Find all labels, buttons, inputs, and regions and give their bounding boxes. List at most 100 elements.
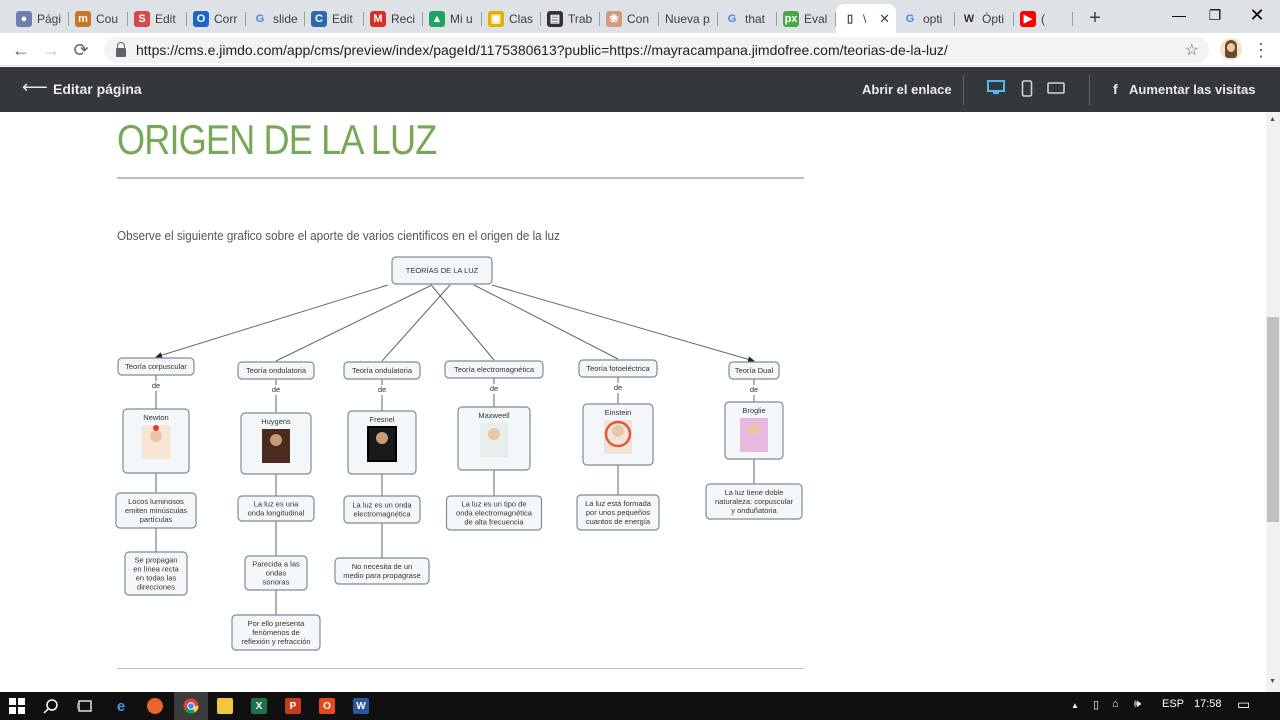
youtube-icon: ▶ <box>1020 10 1036 27</box>
scientist-name: Newton <box>143 413 168 422</box>
fact-node-text: de alta frecuencia <box>464 518 524 527</box>
file-explorer-icon[interactable] <box>208 692 242 720</box>
tab-list: ● Pági m Cou S Edit O Corr Gslide C Edit M Reci ▲ Mi u… <box>0 4 1073 33</box>
fact-node-text: onda electromagnética <box>456 509 533 518</box>
network-icon[interactable]: ⌂ <box>1112 698 1119 710</box>
fact-node-text: onda longitudinal <box>248 509 305 518</box>
browser-tab[interactable]: O Corr <box>187 4 246 33</box>
scroll-thumb[interactable] <box>1267 317 1279 522</box>
apple-shape <box>153 425 159 431</box>
editor-bar: ⟵ Editar página Abrir el enlace f Aument… <box>0 67 1280 112</box>
scroll-up-icon[interactable]: ▲ <box>1269 116 1276 123</box>
tablet-view-icon[interactable] <box>1047 82 1065 94</box>
new-tab-button[interactable]: + <box>1081 4 1109 32</box>
browser-tab[interactable]: Gthat <box>718 4 777 33</box>
browser-tab-label: Con <box>627 11 650 26</box>
page-scrollbar[interactable]: ▲ ▼ <box>1266 112 1280 692</box>
scientist-name: Fresnel <box>369 415 394 424</box>
show-hidden-icons-icon[interactable]: ▲ <box>1071 701 1079 710</box>
browser-tab[interactable]: Nueva p <box>659 4 718 33</box>
windows-taskbar: e X P O W ▲ ▯ ⌂ 🕪 ESP 17:58 ▭ <box>0 692 1280 720</box>
browser-tab-label: slide <box>273 11 298 26</box>
forward-icon[interactable]: → <box>38 37 64 63</box>
browser-menu-icon[interactable]: ⋮ <box>1252 40 1270 61</box>
browser-tab-label: Pági <box>37 11 62 26</box>
fact-node: No necesita de unmedio para propagrase <box>334 557 430 585</box>
start-icon[interactable] <box>0 692 34 720</box>
connector-label: de <box>490 384 498 393</box>
search-icon[interactable] <box>34 692 68 720</box>
portrait-face <box>150 430 162 442</box>
browser-tab[interactable]: ▲ Mi u <box>423 4 482 33</box>
scientist-name: Maxweell <box>478 411 510 420</box>
browser-tab[interactable]: M Reci <box>364 4 423 33</box>
theory-node-text: Teoría electromagnética <box>454 365 535 374</box>
volume-icon[interactable]: 🕪 <box>1134 698 1141 711</box>
browser-tab[interactable]: ▯ \ ✕ <box>836 4 896 33</box>
scientist-name: Huygens <box>261 417 291 426</box>
browser-tab-label: Cou <box>96 11 119 26</box>
clock[interactable]: 17:58 <box>1194 698 1222 710</box>
browser-tab[interactable]: Gopti <box>896 4 955 33</box>
maximize-button[interactable]: ❐ <box>1192 0 1238 30</box>
back-arrow-icon[interactable]: ⟵ <box>22 77 48 98</box>
browser-tab[interactable]: W Ópti <box>955 4 1014 33</box>
close-window-button[interactable]: ✕ <box>1234 0 1280 30</box>
fact-node-text: La luz es un tipo de <box>461 500 526 509</box>
firefox-icon[interactable] <box>138 692 172 720</box>
portrait-face <box>612 425 624 437</box>
excel-icon[interactable]: X <box>242 692 276 720</box>
boost-visits-button[interactable]: Aumentar las visitas <box>1129 82 1255 97</box>
powerpoint-icon[interactable]: P <box>276 692 310 720</box>
google-icon: G <box>905 12 915 25</box>
desktop-view-icon[interactable] <box>987 80 1005 96</box>
scroll-down-icon[interactable]: ▼ <box>1269 678 1276 685</box>
task-view-icon[interactable] <box>68 692 102 720</box>
input-language[interactable]: ESP <box>1162 698 1184 710</box>
fact-node-text: direcciones <box>137 583 175 592</box>
browser-toolbar: ← → ⟳ https://cms.e.jimdo.com/app/cms/pr… <box>0 33 1280 66</box>
reload-icon[interactable]: ⟳ <box>68 37 94 63</box>
fact-node-text: sonoras <box>263 578 290 587</box>
browser-tab[interactable]: px Eval <box>777 4 836 33</box>
browser-tab[interactable]: ▣ Clas <box>482 4 541 33</box>
browser-tab-label: opti <box>923 11 943 26</box>
theory-node-text: Teoría Dual <box>735 366 774 375</box>
word-icon[interactable]: W <box>344 692 378 720</box>
back-icon[interactable]: ← <box>8 37 34 63</box>
browser-tab-label: ( <box>1041 11 1045 26</box>
scientist-node: Huygens <box>240 412 312 475</box>
mobile-view-icon[interactable] <box>1021 80 1033 97</box>
browser-tab[interactable]: m Cou <box>69 4 128 33</box>
office-icon[interactable]: O <box>310 692 344 720</box>
browser-tab-label: \ <box>863 11 867 26</box>
divider <box>1089 75 1090 105</box>
browser-tab[interactable]: ● Pági <box>10 4 69 33</box>
fact-node-text: naturaleza: corpuscular <box>715 497 793 506</box>
bookmark-star-icon[interactable]: ☆ <box>1185 40 1199 60</box>
scientist-node: Newton <box>122 408 190 474</box>
browser-tab-label: Edit <box>332 11 353 26</box>
open-link-button[interactable]: Abrir el enlace <box>862 82 952 97</box>
address-bar[interactable]: https://cms.e.jimdo.com/app/cms/preview/… <box>104 37 1209 63</box>
edit-page-link[interactable]: Editar página <box>53 81 142 97</box>
scientist-name: Broglie <box>742 406 765 415</box>
fact-node-text: La luz es un onda <box>352 501 412 510</box>
theory-node: Teoría fotoeléctrica <box>578 359 658 378</box>
browser-tab[interactable]: ❀ Con <box>600 4 659 33</box>
notifications-icon[interactable]: ▭ <box>1237 696 1250 713</box>
edge-icon[interactable]: e <box>104 692 138 720</box>
profile-avatar[interactable] <box>1220 38 1242 60</box>
theory-node: Teoría corpuscular <box>117 357 195 376</box>
usb-icon[interactable]: ▯ <box>1093 698 1099 711</box>
browser-tab[interactable]: ▶( <box>1014 4 1073 33</box>
brain-icon: ❀ <box>606 10 622 27</box>
browser-tab[interactable]: S Edit <box>128 4 187 33</box>
fact-node-text: en línea recta <box>133 565 179 574</box>
close-tab-icon[interactable]: ✕ <box>879 11 890 27</box>
chrome-icon[interactable] <box>174 692 208 720</box>
connector-label: de <box>152 381 160 390</box>
browser-tab[interactable]: C Edit <box>305 4 364 33</box>
browser-tab[interactable]: ▤ Trab <box>541 4 600 33</box>
browser-tab[interactable]: Gslide <box>246 4 305 33</box>
